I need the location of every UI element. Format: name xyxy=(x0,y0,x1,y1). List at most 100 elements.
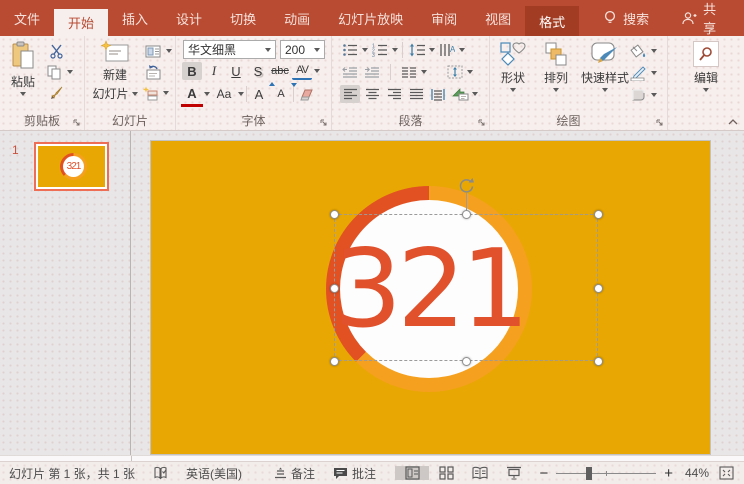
numbering-dropdown-arrow[interactable] xyxy=(392,48,398,52)
clear-formatting-button[interactable] xyxy=(296,85,316,103)
format-painter-button[interactable] xyxy=(46,83,66,101)
bullets-dropdown-arrow[interactable] xyxy=(362,48,368,52)
zoom-in-button[interactable]: + xyxy=(664,466,673,481)
selection-bounding-box[interactable] xyxy=(330,178,603,366)
reset-slide-button[interactable] xyxy=(143,63,163,81)
zoom-slider-track[interactable] xyxy=(556,466,657,480)
section-dropdown-arrow[interactable] xyxy=(163,91,169,95)
resize-handle-bottom-right[interactable] xyxy=(594,357,603,366)
distribute-columns-button[interactable] xyxy=(428,85,448,103)
increase-indent-button[interactable] xyxy=(362,63,382,81)
share-button[interactable]: 共享 xyxy=(663,0,744,36)
columns-button[interactable] xyxy=(399,63,419,81)
align-text-button[interactable] xyxy=(445,63,465,81)
change-case-dropdown-arrow[interactable] xyxy=(238,92,244,96)
editing-dropdown-arrow[interactable] xyxy=(703,88,709,92)
paste-button[interactable]: 粘贴 xyxy=(5,41,41,96)
font-size-combo[interactable]: 200 xyxy=(280,40,325,59)
zoom-percentage[interactable]: 44% xyxy=(681,462,713,484)
underline-button[interactable]: U xyxy=(226,62,246,80)
fit-to-window-button[interactable] xyxy=(713,462,744,484)
tab-slideshow[interactable]: 幻灯片放映 xyxy=(324,0,417,36)
tab-transitions[interactable]: 切换 xyxy=(216,0,270,36)
shapes-button[interactable]: 形状 xyxy=(496,41,530,92)
align-text-dropdown-arrow[interactable] xyxy=(467,70,473,74)
slideshow-view-button[interactable] xyxy=(497,466,531,480)
notes-toggle[interactable]: 备注 xyxy=(265,462,324,484)
layout-dropdown-arrow[interactable] xyxy=(166,49,172,53)
slide-1-thumbnail[interactable]: 321 xyxy=(34,142,109,191)
resize-handle-top-center[interactable] xyxy=(462,210,471,219)
search-box[interactable]: 搜索 xyxy=(589,0,663,36)
editing-button[interactable]: 编辑 xyxy=(686,41,726,92)
align-center-button[interactable] xyxy=(362,85,382,103)
justify-button[interactable] xyxy=(406,85,426,103)
zoom-out-button[interactable]: − xyxy=(539,466,548,481)
new-slide-button[interactable]: 新建 幻灯片 xyxy=(91,40,139,102)
section-button[interactable] xyxy=(140,84,160,102)
copy-dropdown-arrow[interactable] xyxy=(67,70,73,74)
tab-design[interactable]: 设计 xyxy=(162,0,216,36)
increase-font-button[interactable]: A xyxy=(249,82,275,103)
line-spacing-button[interactable] xyxy=(407,41,427,59)
font-name-combo[interactable]: 华文细黑 xyxy=(183,40,276,59)
collapse-ribbon-button[interactable] xyxy=(728,119,738,125)
slide-sorter-view-button[interactable] xyxy=(429,466,463,480)
shape-effects-dropdown-arrow[interactable] xyxy=(651,93,657,97)
tab-review[interactable]: 审阅 xyxy=(417,0,471,36)
spacing-dropdown-arrow[interactable] xyxy=(314,69,320,73)
font-color-dropdown-arrow[interactable] xyxy=(204,92,210,96)
copy-button[interactable] xyxy=(44,63,64,81)
shape-fill-button[interactable] xyxy=(628,42,648,60)
change-case-button[interactable]: Aa xyxy=(212,85,236,103)
text-direction-dropdown-arrow[interactable] xyxy=(459,48,465,52)
columns-dropdown-arrow[interactable] xyxy=(421,70,427,74)
bold-button[interactable]: B xyxy=(182,62,202,80)
comments-toggle[interactable]: 批注 xyxy=(324,462,385,484)
font-dialog-launcher[interactable] xyxy=(320,119,328,127)
italic-button[interactable]: I xyxy=(204,62,224,80)
resize-handle-mid-right[interactable] xyxy=(594,284,603,293)
shape-outline-button[interactable] xyxy=(628,64,648,82)
tab-home[interactable]: 开始 xyxy=(54,9,109,36)
reading-view-button[interactable] xyxy=(463,466,497,480)
strikethrough-button[interactable]: abc xyxy=(270,62,290,80)
cut-button[interactable] xyxy=(46,42,66,60)
text-shadow-button[interactable]: S xyxy=(248,62,268,80)
arrange-button[interactable]: 排列 xyxy=(538,41,574,92)
resize-handle-mid-left[interactable] xyxy=(330,284,339,293)
shape-outline-dropdown-arrow[interactable] xyxy=(651,71,657,75)
paste-dropdown-arrow[interactable] xyxy=(20,92,26,96)
tab-format[interactable]: 格式 xyxy=(525,6,580,36)
text-direction-button[interactable]: A xyxy=(437,41,457,59)
new-slide-dropdown-arrow[interactable] xyxy=(131,91,138,96)
shapes-dropdown-arrow[interactable] xyxy=(510,88,516,92)
align-right-button[interactable] xyxy=(384,85,404,103)
numbering-button[interactable]: 123 xyxy=(370,41,390,59)
tab-insert[interactable]: 插入 xyxy=(108,0,162,36)
bullets-button[interactable] xyxy=(340,41,360,59)
convert-smartart-button[interactable] xyxy=(450,85,470,103)
tab-file[interactable]: 文件 xyxy=(0,0,54,36)
quick-styles-dropdown-arrow[interactable] xyxy=(602,88,608,92)
slide-layout-button[interactable] xyxy=(143,42,163,60)
clipboard-dialog-launcher[interactable] xyxy=(73,119,81,127)
rotate-handle-icon[interactable] xyxy=(458,177,475,194)
resize-handle-bottom-left[interactable] xyxy=(330,357,339,366)
resize-handle-top-right[interactable] xyxy=(594,210,603,219)
tab-animations[interactable]: 动画 xyxy=(270,0,324,36)
resize-handle-top-left[interactable] xyxy=(330,210,339,219)
drawing-dialog-launcher[interactable] xyxy=(656,119,664,127)
normal-view-button[interactable] xyxy=(395,466,430,480)
accessibility-checker[interactable] xyxy=(144,462,177,484)
shape-effects-button[interactable] xyxy=(628,86,648,104)
smartart-dropdown-arrow[interactable] xyxy=(472,92,478,96)
paragraph-dialog-launcher[interactable] xyxy=(478,119,486,127)
shape-fill-dropdown-arrow[interactable] xyxy=(651,49,657,53)
quick-styles-button[interactable]: 快速样式 xyxy=(578,41,632,92)
decrease-indent-button[interactable] xyxy=(340,63,360,81)
character-spacing-button[interactable]: AV xyxy=(292,62,312,80)
line-spacing-dropdown-arrow[interactable] xyxy=(429,48,435,52)
zoom-slider-thumb[interactable] xyxy=(586,466,593,480)
resize-handle-bottom-center[interactable] xyxy=(462,357,471,366)
